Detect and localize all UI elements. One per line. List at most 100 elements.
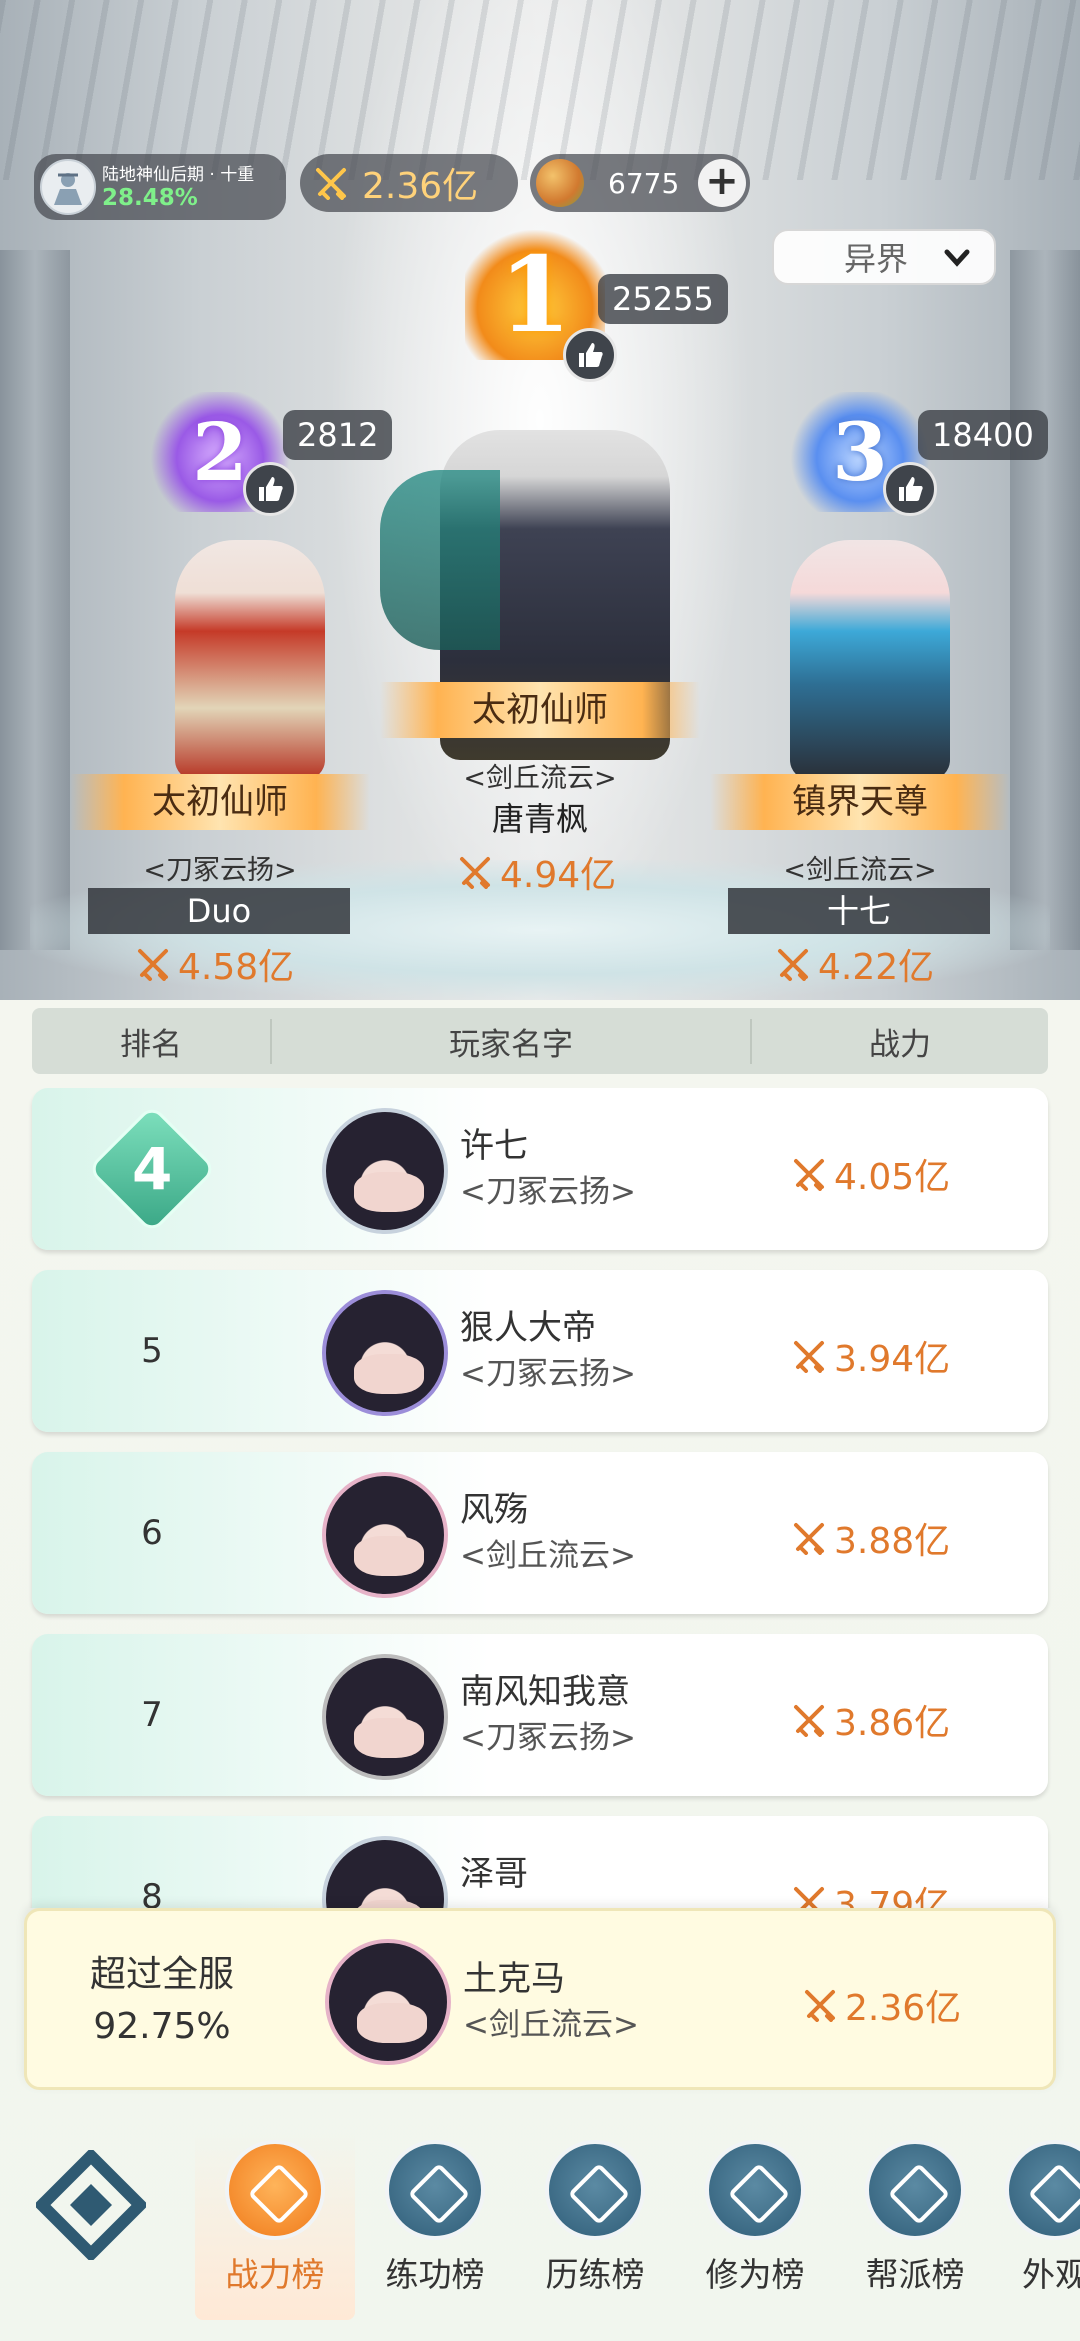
column-header-name: 玩家名字 bbox=[272, 1018, 752, 1064]
podium-character-rank-2[interactable] bbox=[175, 540, 325, 780]
guild-tag: <剑丘流云> bbox=[463, 2007, 639, 2043]
player-name: 狠人大帝 bbox=[460, 1308, 596, 1348]
player-name: 土克马 bbox=[463, 1959, 565, 1999]
thumbs-up-icon bbox=[899, 477, 923, 501]
player-name: 许七 bbox=[460, 1126, 528, 1166]
chevron-down-icon bbox=[944, 249, 970, 267]
like-button-rank-2[interactable] bbox=[243, 462, 297, 516]
table-row[interactable]: 4 许七 <刀冢云扬> 4.05亿 bbox=[32, 1088, 1048, 1250]
crossed-swords-icon bbox=[225, 2140, 325, 2240]
crossed-swords-icon bbox=[136, 947, 174, 981]
tab-cultivation[interactable]: 修为榜 bbox=[675, 2130, 835, 2320]
crossed-swords-icon bbox=[803, 1988, 841, 2022]
podium-character-rank-3[interactable] bbox=[790, 540, 950, 780]
table-row[interactable]: 6 风殇 <剑丘流云> 3.88亿 bbox=[32, 1452, 1048, 1614]
avatar[interactable] bbox=[325, 1939, 451, 2065]
world-dropdown-value: 异界 bbox=[844, 240, 909, 278]
player-name: 南风知我意 bbox=[460, 1672, 630, 1712]
tab-training[interactable]: 练功榜 bbox=[355, 2130, 515, 2320]
currency-value: 6775 bbox=[608, 166, 680, 200]
like-button-rank-1[interactable] bbox=[563, 328, 617, 382]
crossed-swords-icon bbox=[792, 1703, 830, 1737]
yin-yang-icon bbox=[385, 2140, 485, 2240]
combat-power-value: 4.22亿 bbox=[818, 947, 935, 988]
currency-display: 6775 + bbox=[530, 154, 750, 212]
crossed-swords-icon bbox=[314, 166, 352, 200]
guild-tag-rank-3: <剑丘流云> bbox=[783, 855, 937, 886]
combat-power-value: 4.94亿 bbox=[500, 855, 617, 896]
table-row[interactable]: 5 狠人大帝 <刀冢云扬> 3.94亿 bbox=[32, 1270, 1048, 1432]
combat-power: 3.86亿 bbox=[792, 1694, 950, 1746]
row-rank: 5 bbox=[141, 1331, 163, 1371]
realm-status[interactable]: 陆地神仙后期 · 十重 28.48% bbox=[34, 154, 286, 220]
ranking-list[interactable]: 4 许七 <刀冢云扬> 4.05亿 5 狠人大帝 <刀冢云扬> 3.94亿 6 … bbox=[0, 1088, 1080, 1908]
server-percentile: 超过全服 92.75% bbox=[27, 1949, 297, 2053]
lotus-hand-icon bbox=[705, 2140, 805, 2240]
combat-power-value: 2.36亿 bbox=[362, 166, 479, 207]
combat-power: 2.36亿 bbox=[803, 1979, 961, 2031]
ranking-category-tabs: 战力榜 练功榜 历练榜 修为榜 帮派榜 外观 bbox=[0, 2110, 1080, 2341]
avatar[interactable] bbox=[322, 1836, 448, 1908]
left-pillar bbox=[0, 250, 70, 950]
combat-power-rank-3: 4.22亿 bbox=[776, 938, 934, 990]
world-dropdown[interactable]: 异界 bbox=[772, 229, 996, 285]
guild-tag-rank-2: <刀冢云扬> bbox=[143, 855, 297, 886]
guild-tag: <刀冢云扬> bbox=[460, 1174, 636, 1210]
likes-count-rank-2: 2812 bbox=[283, 410, 393, 460]
tab-combat-power[interactable]: 战力榜 bbox=[195, 2130, 355, 2320]
cultivator-avatar-icon bbox=[40, 159, 96, 215]
tab-guild[interactable]: 帮派榜 bbox=[835, 2130, 995, 2320]
combat-power: 3.94亿 bbox=[792, 1330, 950, 1382]
table-row[interactable]: 8 泽哥 3.79亿 bbox=[32, 1816, 1048, 1908]
outfit-icon bbox=[1005, 2140, 1080, 2240]
avatar[interactable] bbox=[322, 1108, 448, 1234]
jade-coin-icon bbox=[536, 159, 584, 207]
likes-count-rank-1: 25255 bbox=[598, 274, 728, 324]
combat-power-rank-2: 4.58亿 bbox=[136, 938, 294, 990]
player-name: 泽哥 bbox=[460, 1854, 528, 1894]
column-header-power: 战力 bbox=[869, 1026, 931, 1063]
right-pillar bbox=[1010, 250, 1080, 950]
title-banner-rank-2: 太初仙师 bbox=[70, 774, 370, 830]
rank-4-badge: 4 bbox=[86, 1103, 218, 1235]
tab-outfit[interactable]: 外观 bbox=[995, 2130, 1080, 2320]
tab-label: 修为榜 bbox=[705, 2255, 805, 2294]
player-name-rank-2: Duo bbox=[88, 888, 350, 934]
like-button-rank-3[interactable] bbox=[883, 462, 937, 516]
crossed-swords-icon bbox=[776, 947, 814, 981]
add-currency-button[interactable]: + bbox=[698, 159, 746, 207]
realm-name: 陆地神仙后期 · 十重 bbox=[102, 165, 255, 185]
tab-label: 练功榜 bbox=[385, 2255, 485, 2294]
row-rank: 7 bbox=[141, 1695, 163, 1735]
exceed-label: 超过全服 bbox=[89, 1954, 234, 1995]
row-rank: 8 bbox=[141, 1877, 163, 1908]
tab-label: 外观 bbox=[1022, 2255, 1080, 2294]
combat-power: 3.79亿 bbox=[792, 1876, 950, 1908]
guild-tag: <剑丘流云> bbox=[460, 1538, 636, 1574]
likes-count-rank-3: 18400 bbox=[918, 410, 1048, 460]
combat-power: 3.88亿 bbox=[792, 1512, 950, 1564]
guild-tag-rank-1: <剑丘流云> bbox=[463, 763, 617, 794]
combat-power-rank-1: 4.94亿 bbox=[458, 846, 616, 898]
my-ranking-row[interactable]: 超过全服 92.75% 土克马 <剑丘流云> 2.36亿 bbox=[24, 1908, 1056, 2090]
tab-experience[interactable]: 历练榜 bbox=[515, 2130, 675, 2320]
title-banner-rank-1: 太初仙师 bbox=[380, 682, 700, 738]
ranking-table-header: 排名 玩家名字 战力 bbox=[32, 1008, 1048, 1074]
avatar[interactable] bbox=[322, 1654, 448, 1780]
combat-power: 4.05亿 bbox=[792, 1148, 950, 1200]
crossed-swords-icon bbox=[792, 1339, 830, 1373]
row-rank: 4 bbox=[32, 1088, 272, 1250]
tab-label: 帮派榜 bbox=[865, 2255, 965, 2294]
avatar[interactable] bbox=[322, 1290, 448, 1416]
table-row[interactable]: 7 南风知我意 <刀冢云扬> 3.86亿 bbox=[32, 1634, 1048, 1796]
guild-tag: <刀冢云扬> bbox=[460, 1356, 636, 1392]
combat-power-value: 4.58亿 bbox=[178, 947, 295, 988]
column-header-rank: 排名 bbox=[32, 1018, 272, 1064]
home-menu-icon[interactable] bbox=[36, 2150, 146, 2260]
avatar[interactable] bbox=[322, 1472, 448, 1598]
player-name: 风殇 bbox=[460, 1490, 528, 1530]
row-rank: 6 bbox=[141, 1513, 163, 1553]
temple-roof bbox=[0, 0, 1080, 180]
thumbs-up-icon bbox=[259, 477, 283, 501]
tab-label: 历练榜 bbox=[545, 2255, 645, 2294]
